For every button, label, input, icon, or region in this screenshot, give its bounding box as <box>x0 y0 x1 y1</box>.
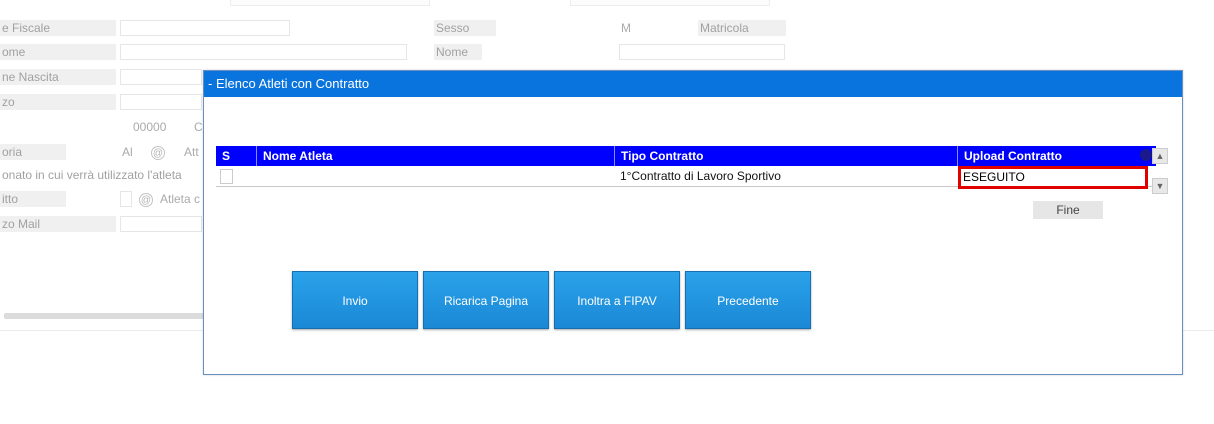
contratto-label: itto <box>0 191 66 207</box>
indirizzo-label: zo <box>0 94 116 110</box>
fine-button[interactable]: Fine <box>1033 201 1103 219</box>
cap-suffix: C <box>194 120 203 134</box>
categoria-value: Al <box>122 145 133 159</box>
contratto-lookup-icon[interactable]: @ <box>139 191 153 207</box>
data-nascita-field[interactable] <box>120 69 202 85</box>
indirizzo-mail-field[interactable] <box>120 216 202 232</box>
scroll-up-icon[interactable]: ▲ <box>1152 148 1168 164</box>
contratto-suffix: Atleta c <box>160 192 201 206</box>
row-select-checkbox[interactable] <box>220 169 233 184</box>
indirizzo-field[interactable] <box>120 94 202 110</box>
cognome-field[interactable] <box>120 44 407 60</box>
athletes-contract-dialog: - Elenco Atleti con Contratto S Nome Atl… <box>203 70 1183 375</box>
scroll-down-icon[interactable]: ▼ <box>1152 178 1168 194</box>
matricola-label: Matricola <box>698 20 786 36</box>
tipo-contratto-cell: 1°Contratto di Lavoro Sportivo <box>620 169 781 183</box>
invio-button[interactable]: Invio <box>292 271 418 329</box>
contratto-field[interactable] <box>120 191 132 207</box>
codice-fiscale-field[interactable] <box>120 20 290 36</box>
cap-value: 00000 <box>133 120 167 134</box>
codice-fiscale-label: e Fiscale <box>0 20 116 36</box>
sesso-value: M <box>621 21 631 35</box>
dialog-title: - Elenco Atleti con Contratto <box>204 71 1182 97</box>
cognome-label: ome <box>0 44 116 60</box>
column-select[interactable]: S <box>216 146 256 166</box>
table-row[interactable]: 1°Contratto di Lavoro Sportivo ESEGUITO <box>216 166 1156 189</box>
column-nome-atleta[interactable]: Nome Atleta <box>257 146 614 166</box>
precedente-button[interactable]: Precedente <box>685 271 811 329</box>
categoria-suffix: Att <box>184 145 199 159</box>
horizontal-scrollbar[interactable] <box>4 313 204 319</box>
categoria-lookup-icon[interactable]: @ <box>151 144 165 160</box>
upload-contratto-cell[interactable]: ESEGUITO <box>958 166 1148 189</box>
nome-field[interactable] <box>619 44 785 60</box>
column-settings-icon[interactable] <box>1140 149 1152 161</box>
top-strip <box>570 0 770 6</box>
column-tipo-contratto[interactable]: Tipo Contratto <box>615 146 957 166</box>
inoltra-fipav-button[interactable]: Inoltra a FIPAV <box>554 271 680 329</box>
ricarica-pagina-button[interactable]: Ricarica Pagina <box>423 271 549 329</box>
indirizzo-mail-label: zo Mail <box>0 216 116 232</box>
tesseramento-label: onato in cui verrà utilizzato l'atleta <box>2 168 182 182</box>
categoria-label: oria <box>0 144 66 160</box>
top-strip <box>230 0 430 6</box>
sesso-label: Sesso <box>434 20 496 36</box>
nome-label: Nome <box>434 44 482 60</box>
column-upload-contratto[interactable]: Upload Contratto <box>958 146 1138 166</box>
data-nascita-label: ne Nascita <box>0 69 116 85</box>
grid-header: S Nome Atleta Tipo Contratto Upload Cont… <box>216 146 1156 166</box>
nome-atleta-cell <box>257 166 614 186</box>
